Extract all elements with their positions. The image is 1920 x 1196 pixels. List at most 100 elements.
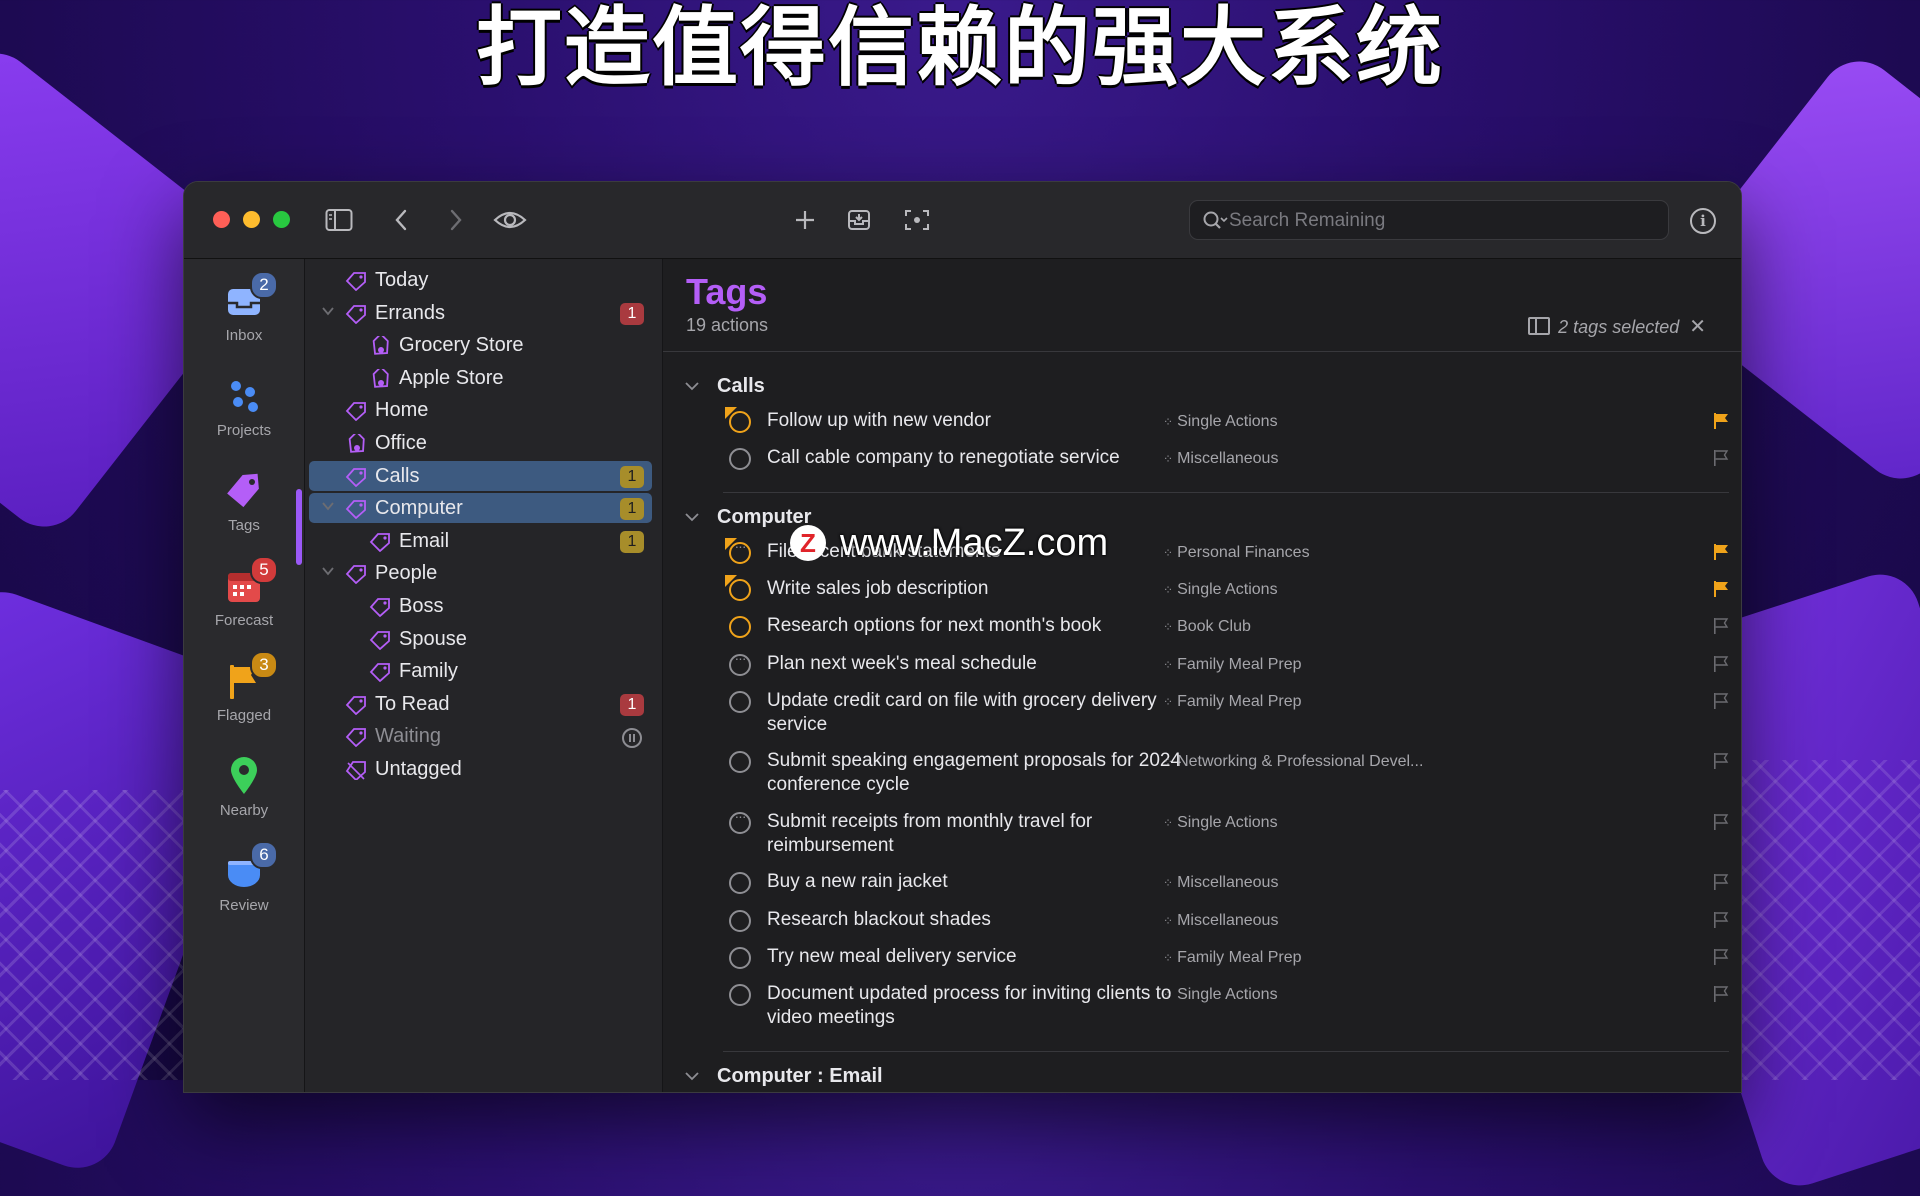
task-checkbox[interactable]	[729, 909, 751, 932]
flag-icon[interactable]	[1712, 617, 1730, 635]
task-row[interactable]: Write sales job description Single Action…	[663, 574, 1741, 614]
task-row[interactable]: Try new meal delivery service Family Meal…	[663, 945, 1741, 982]
search-field[interactable]: Search Remaining	[1189, 200, 1669, 240]
tag-icon	[345, 695, 367, 716]
task-row[interactable]: Buy a new rain jacket Miscellaneous	[663, 870, 1741, 907]
chevron-down-icon[interactable]	[685, 503, 699, 521]
task-checkbox[interactable]	[729, 946, 751, 969]
clear-selection-icon[interactable]: ✕	[1689, 316, 1706, 338]
flag-icon[interactable]	[1712, 655, 1730, 673]
task-checkbox[interactable]	[729, 751, 751, 774]
rail-item-review[interactable]: 6 Review	[184, 841, 304, 914]
count-badge: 1	[620, 465, 644, 488]
task-checkbox[interactable]	[729, 448, 751, 471]
task-title: Submit receipts from monthly travel for …	[767, 810, 1093, 856]
sidebar-item-computer[interactable]: Computer 1	[309, 493, 652, 524]
sidebar-item-people[interactable]: People	[309, 558, 652, 588]
task-row[interactable]: Follow up with new vendorSingle Actions5…	[663, 407, 1741, 446]
task-checkbox[interactable]	[729, 650, 751, 676]
task-row[interactable]: Submit speaking engagement proposals for…	[663, 749, 1741, 810]
task-title: Buy a new rain jacket	[767, 871, 948, 893]
task-row[interactable]: Research options for next month's book Bo…	[663, 614, 1741, 651]
zoom-window-button[interactable]	[273, 211, 290, 228]
tags-content: Tags 19 actions 2 tags selected ✕ Calls Fo…	[663, 259, 1741, 1092]
task-checkbox[interactable]	[729, 808, 751, 834]
info-icon[interactable]: i	[1690, 208, 1716, 234]
flag-icon[interactable]	[1712, 985, 1730, 1003]
sidebar-item-home[interactable]: Home	[309, 395, 652, 425]
flag-icon[interactable]	[1712, 580, 1730, 598]
task-checkbox[interactable]	[729, 616, 751, 639]
group-header[interactable]: Computer	[685, 502, 811, 532]
task-checkbox[interactable]	[729, 872, 751, 895]
task-row[interactable]: Research blackout shades Miscellaneous	[663, 908, 1741, 945]
chevron-down-icon[interactable]	[321, 564, 335, 578]
rail-label: Forecast	[214, 612, 274, 629]
calendar-icon: 5	[222, 556, 278, 608]
flag-icon[interactable]	[1712, 412, 1730, 430]
task-checkbox[interactable]	[729, 538, 751, 564]
task-title: Submit speaking engagement proposals for…	[767, 750, 1182, 796]
sidebar-item-waiting[interactable]: Waiting	[309, 721, 652, 751]
flag-icon[interactable]	[1712, 911, 1730, 929]
flag-icon[interactable]	[1712, 873, 1730, 891]
task-checkbox[interactable]	[729, 578, 751, 601]
minimize-window-button[interactable]	[243, 211, 260, 228]
flag-icon[interactable]	[1712, 813, 1730, 831]
task-row[interactable]: Document updated process for inviting cl…	[663, 982, 1741, 1043]
rail-item-tags[interactable]: Tags	[184, 469, 304, 534]
sidebar-item-boss[interactable]: Boss	[309, 591, 652, 621]
chevron-down-icon[interactable]	[321, 499, 335, 513]
task-checkbox[interactable]	[729, 984, 751, 1007]
sidebar-item-label: Spouse	[399, 627, 467, 650]
group-header[interactable]: Calls	[685, 371, 765, 401]
task-row[interactable]: Plan next week's meal schedule Family Mea…	[663, 650, 1741, 689]
sidebar-item-label: Apple Store	[399, 366, 504, 389]
task-row[interactable]: Call cable company to renegotiate servic…	[663, 446, 1741, 483]
forward-icon[interactable]	[444, 202, 468, 238]
chevron-down-icon[interactable]	[685, 1062, 699, 1080]
task-checkbox[interactable]	[729, 411, 751, 433]
sidebar-item-untagged[interactable]: Untagged	[309, 754, 652, 784]
rail-item-projects[interactable]: Projects	[184, 374, 304, 439]
sidebar-item-calls[interactable]: Calls 1	[309, 460, 652, 491]
task-checkbox[interactable]	[729, 690, 751, 713]
inbox-add-icon[interactable]	[846, 202, 872, 238]
sidebar-item-grocery-store[interactable]: Grocery Store	[309, 330, 652, 360]
sidebar-item-today[interactable]: Today	[309, 265, 652, 295]
sidebar-item-family[interactable]: Family	[309, 656, 652, 686]
flag-icon[interactable]	[1712, 752, 1730, 770]
plus-icon[interactable]	[792, 202, 818, 238]
sidebar-item-office[interactable]: Office	[309, 428, 652, 458]
toolbar: Search Remaining i	[184, 182, 1741, 259]
chevron-down-icon[interactable]	[685, 372, 699, 391]
chevron-down-icon[interactable]	[321, 304, 335, 318]
rail-item-nearby[interactable]: Nearby	[184, 754, 304, 819]
sidebar-item-email[interactable]: Email 1	[309, 526, 652, 556]
tags-sidebar: Today Errands 1 Grocery Store Apple Store Hom…	[305, 259, 663, 1092]
sidebar-toggle-icon[interactable]	[324, 202, 354, 238]
task-row[interactable]: Update credit card on file with grocery …	[663, 689, 1741, 750]
flag-icon[interactable]	[1712, 543, 1730, 561]
rail-item-flagged[interactable]: 3 Flagged	[184, 651, 304, 724]
flag-icon[interactable]	[1712, 692, 1730, 710]
eye-icon[interactable]	[492, 202, 528, 238]
sidebar-item-spouse[interactable]: Spouse	[309, 624, 652, 654]
rail-label: Projects	[216, 422, 272, 439]
sidebar-item-label: Office	[375, 432, 427, 454]
task-row[interactable]: Submit receipts from monthly travel for …	[663, 808, 1741, 871]
rail-item-forecast[interactable]: 5 Forecast	[184, 556, 304, 629]
back-icon[interactable]	[389, 202, 413, 238]
rail-item-inbox[interactable]: 2 Inbox	[184, 271, 304, 344]
sidebar-item-to-read[interactable]: To Read 1	[309, 689, 652, 719]
projects-icon	[222, 374, 266, 418]
sidebar-item-apple-store[interactable]: Apple Store	[309, 363, 652, 393]
flag-icon[interactable]	[1712, 449, 1730, 467]
tags-selected-indicator[interactable]: 2 tags selected ✕	[1528, 314, 1706, 339]
watermark-text: www.MacZ.com	[840, 522, 1109, 564]
close-window-button[interactable]	[213, 211, 230, 228]
group-header[interactable]: Computer : Email	[685, 1061, 883, 1091]
flag-icon[interactable]	[1712, 948, 1730, 966]
sidebar-item-errands[interactable]: Errands 1	[309, 298, 652, 328]
focus-icon[interactable]	[902, 202, 932, 238]
